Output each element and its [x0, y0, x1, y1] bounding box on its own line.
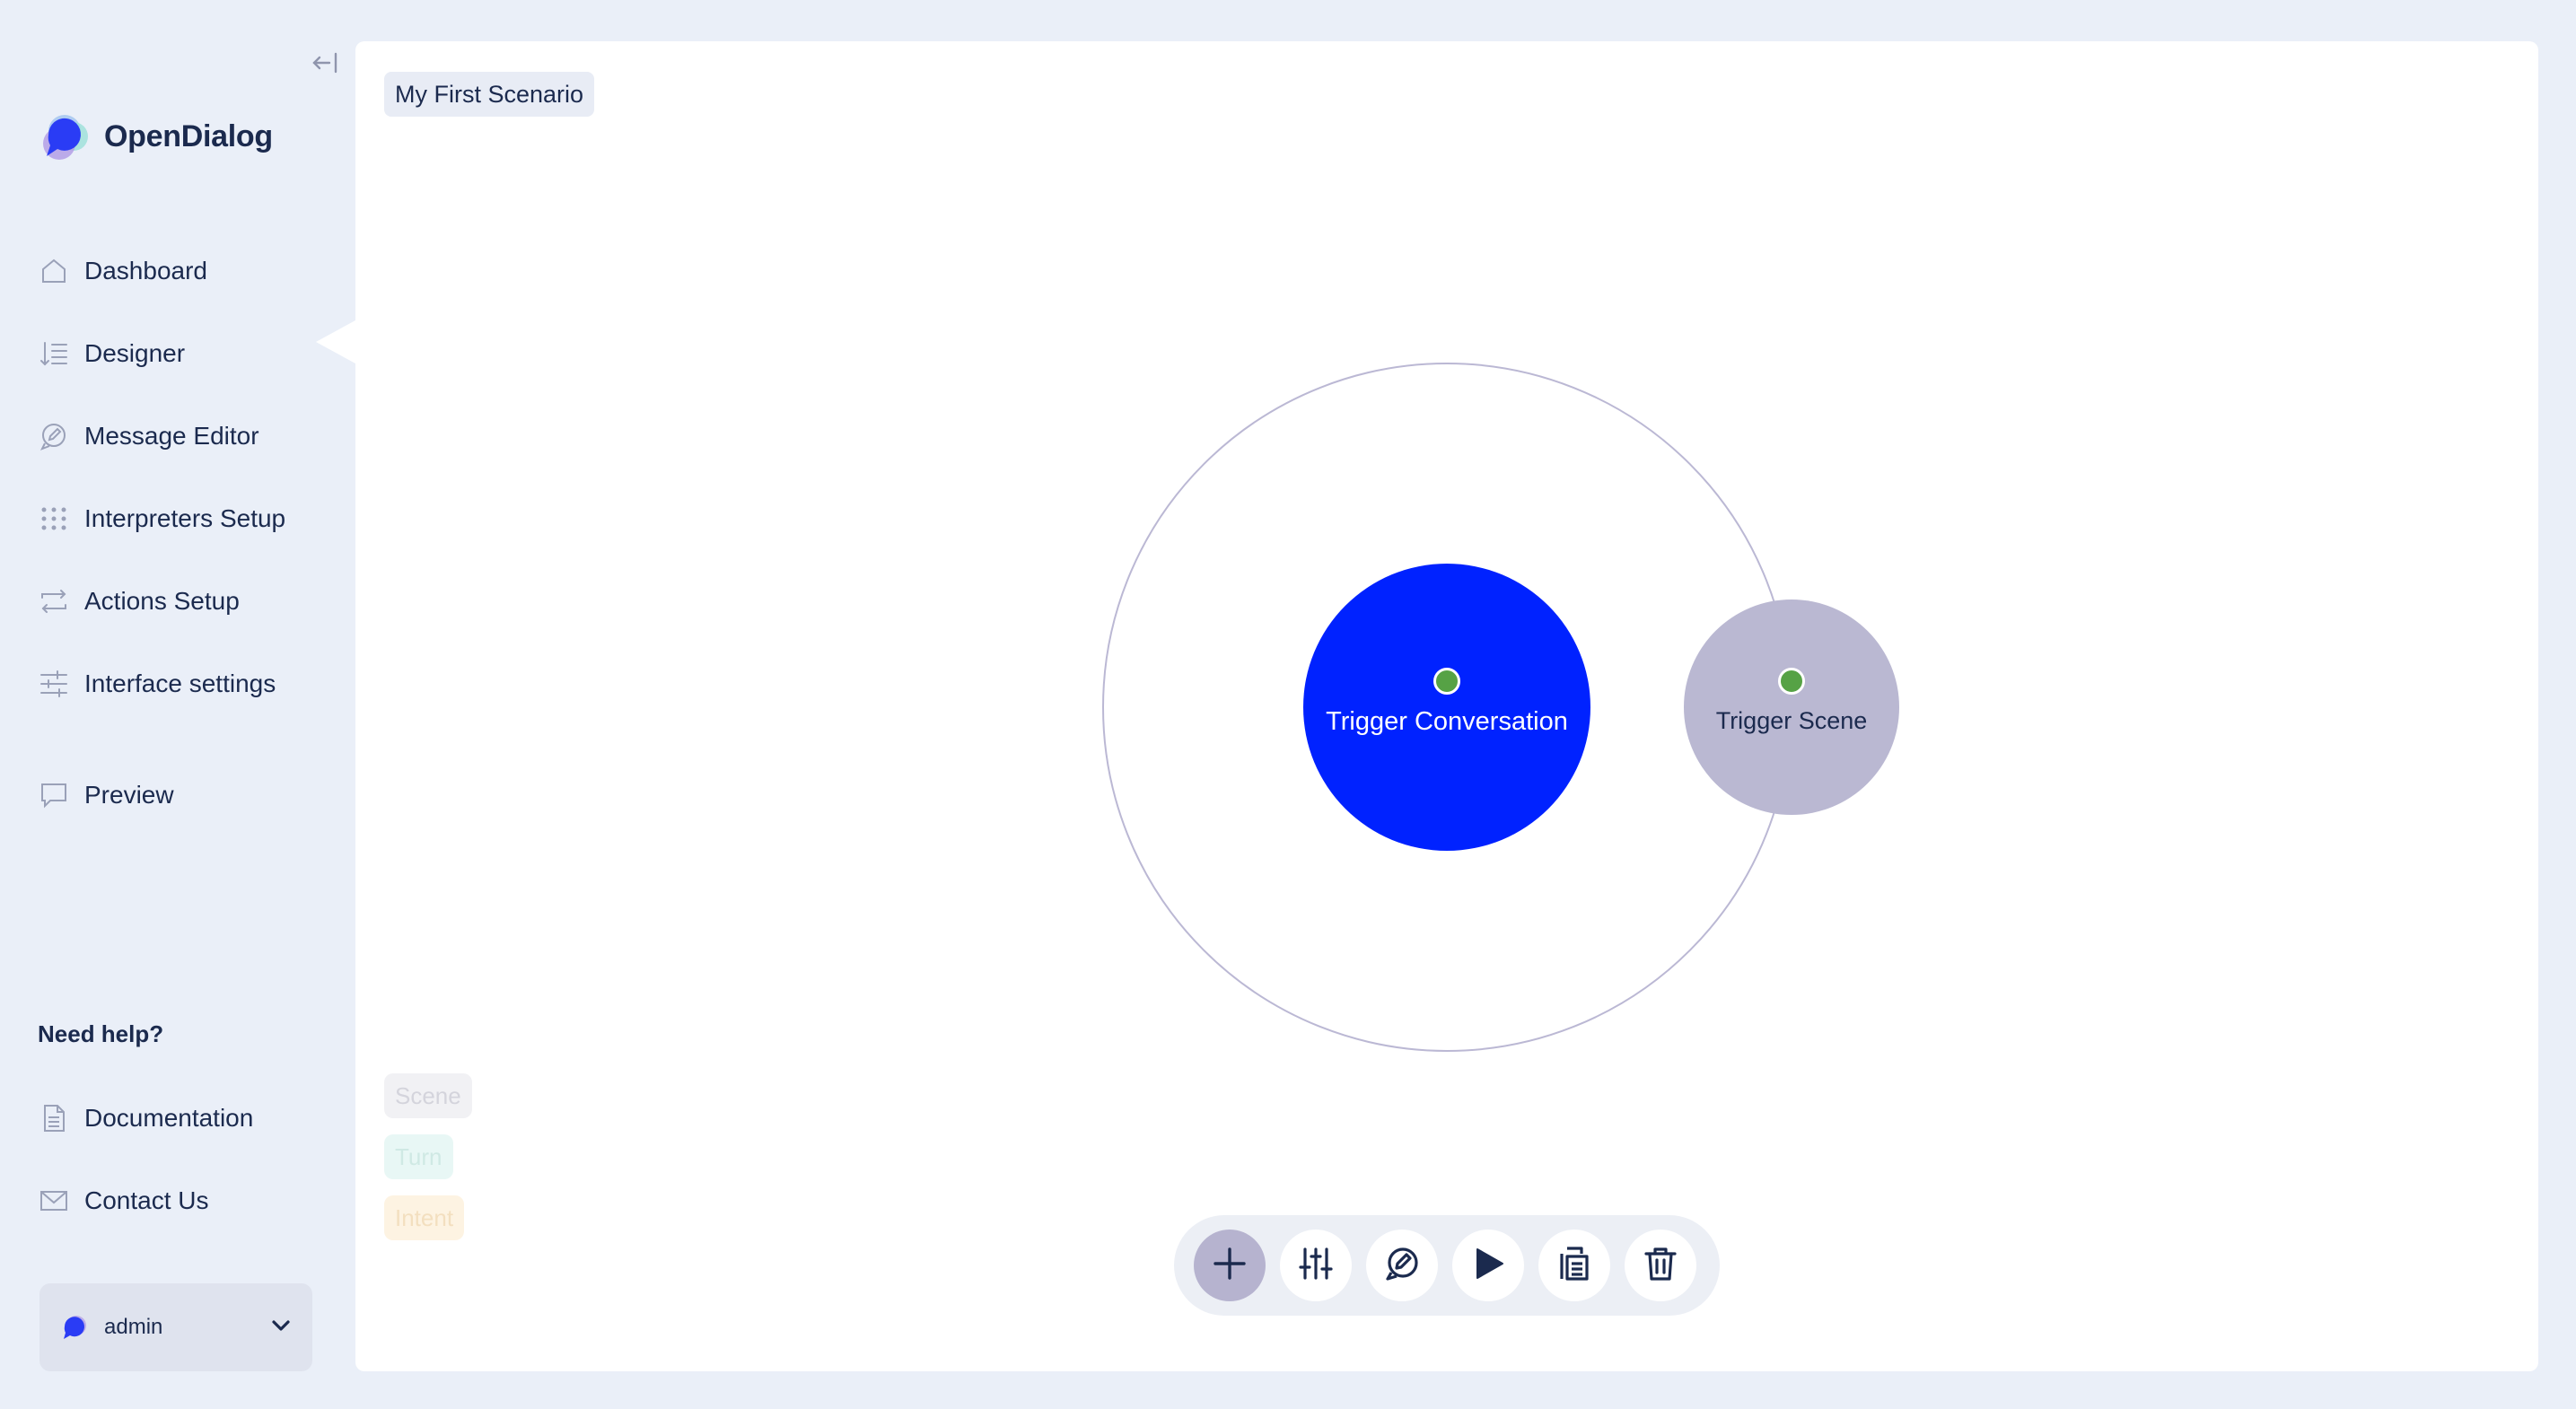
designer-icon	[38, 337, 70, 370]
sidebar-item-label: Designer	[84, 339, 186, 367]
sidebar-item-label: Interpreters Setup	[84, 504, 286, 532]
trigger-scene-node[interactable]: Trigger Scene	[1684, 599, 1899, 815]
sidebar-item-designer[interactable]: Designer	[38, 312, 334, 395]
message-edit-icon	[1384, 1246, 1420, 1286]
envelope-icon	[38, 1185, 70, 1217]
sidebar-item-label: Dashboard	[84, 257, 207, 284]
sidebar-item-dashboard[interactable]: Dashboard	[38, 230, 334, 312]
node-status-dot	[1778, 668, 1805, 695]
grid-dots-icon	[38, 503, 70, 535]
app-root: OpenDialog Dashboard Designer Message Ed…	[0, 0, 2576, 1409]
sidebar-item-interpreters-setup[interactable]: Interpreters Setup	[38, 477, 334, 560]
home-icon	[38, 255, 70, 287]
message-editor-button[interactable]	[1366, 1230, 1438, 1301]
add-icon	[1212, 1246, 1248, 1286]
sidebar: OpenDialog Dashboard Designer Message Ed…	[0, 0, 355, 1409]
trigger-conversation-node[interactable]: Trigger Conversation	[1303, 564, 1590, 851]
sliders-icon	[1298, 1246, 1334, 1286]
document-icon	[38, 1102, 70, 1134]
node-label: Trigger Scene	[1715, 707, 1868, 734]
play-button[interactable]	[1452, 1230, 1524, 1301]
sidebar-item-interface-settings[interactable]: Interface settings	[38, 643, 334, 725]
duplicate-button[interactable]	[1538, 1230, 1610, 1301]
sidebar-item-message-editor[interactable]: Message Editor	[38, 395, 334, 477]
help-title: Need help?	[38, 1020, 164, 1047]
chat-bubble-icon	[38, 779, 70, 811]
user-menu[interactable]: admin	[39, 1283, 312, 1371]
canvas-toolbar	[1174, 1215, 1720, 1316]
trash-icon	[1643, 1246, 1678, 1286]
user-name: admin	[104, 1315, 163, 1339]
sidebar-item-preview[interactable]: Preview	[38, 754, 334, 836]
node-label: Trigger Conversation	[1326, 707, 1568, 736]
sidebar-item-actions-setup[interactable]: Actions Setup	[38, 560, 334, 643]
active-nav-indicator	[316, 320, 355, 363]
sidebar-nav: Dashboard Designer Message Editor Interp…	[38, 230, 334, 836]
user-avatar-icon	[61, 1314, 88, 1341]
legend-intent: Intent	[384, 1195, 465, 1240]
scenario-name-tag[interactable]: My First Scenario	[384, 72, 595, 117]
legend-turn: Turn	[384, 1134, 453, 1179]
duplicate-icon	[1556, 1246, 1592, 1286]
sidebar-item-label: Actions Setup	[84, 587, 240, 615]
legend-scene: Scene	[384, 1073, 472, 1118]
help-section: Need help? Documentation Contact Us	[38, 1014, 334, 1242]
settings-button[interactable]	[1280, 1230, 1352, 1301]
play-icon	[1470, 1246, 1506, 1286]
message-editor-icon	[38, 420, 70, 452]
designer-canvas[interactable]: My First Scenario Trigger Conversation T…	[355, 41, 2538, 1371]
delete-button[interactable]	[1625, 1230, 1696, 1301]
app-logo[interactable]: OpenDialog	[38, 108, 273, 165]
collapse-sidebar-icon[interactable]	[305, 45, 345, 81]
sidebar-item-label: Preview	[84, 781, 174, 809]
sidebar-item-label: Contact Us	[84, 1186, 209, 1214]
sidebar-item-label: Documentation	[84, 1104, 254, 1132]
add-button[interactable]	[1194, 1230, 1266, 1301]
sliders-icon	[38, 668, 70, 700]
app-name: OpenDialog	[104, 118, 273, 153]
swap-arrows-icon	[38, 585, 70, 617]
node-type-legend: Scene Turn Intent	[384, 1073, 472, 1256]
chevron-down-icon[interactable]	[271, 1319, 291, 1336]
logo-mark-icon	[38, 108, 95, 165]
sidebar-item-label: Interface settings	[84, 669, 276, 697]
sidebar-item-label: Message Editor	[84, 422, 259, 450]
sidebar-item-documentation[interactable]: Documentation	[38, 1077, 334, 1160]
sidebar-item-contact-us[interactable]: Contact Us	[38, 1160, 334, 1242]
node-status-dot	[1433, 668, 1460, 695]
